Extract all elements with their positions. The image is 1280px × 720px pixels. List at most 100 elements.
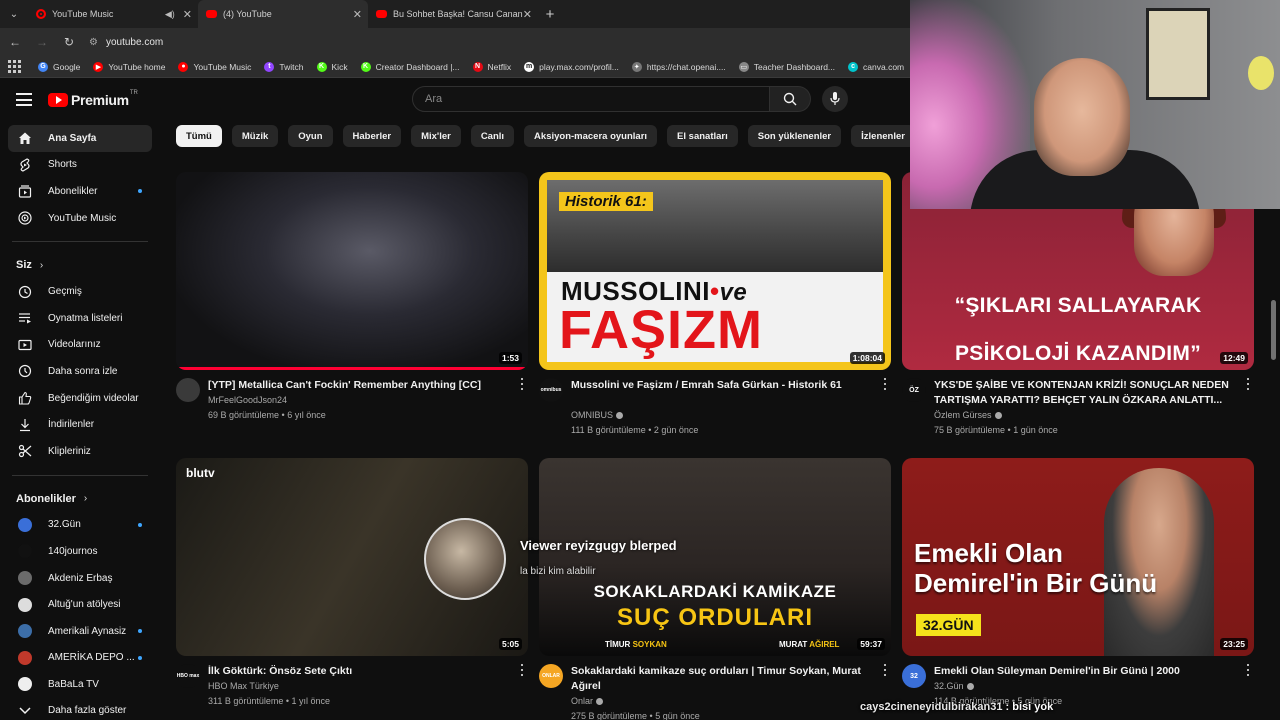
video-thumbnail[interactable]: SOKAKLARDAKİ KAMİKAZE SUÇ ORDULARI TİMUR… <box>539 458 891 656</box>
video-channel-name[interactable]: Özlem Gürses <box>934 410 992 420</box>
video-title[interactable]: [YTP] Metallica Can't Fockin' Remember A… <box>208 378 504 393</box>
page-scrollbar-thumb[interactable] <box>1271 300 1276 360</box>
sidebar-subscription-item[interactable]: AMERİKA DEPO ... <box>8 645 152 672</box>
video-title[interactable]: YKS'DE ŞAİBE VE KONTENJAN KRİZİ! SONUÇLA… <box>934 378 1230 408</box>
sidebar-item-shorts[interactable]: Shorts <box>8 152 152 179</box>
filter-chip[interactable]: Tümü <box>176 125 222 147</box>
video-thumbnail[interactable]: 1:53 <box>176 172 528 370</box>
sidebar-you-header[interactable]: Siz › <box>0 252 160 278</box>
bookmark-item[interactable]: ▶ YouTube home <box>93 61 165 72</box>
tab-cansu-canan[interactable]: Bu Sohbet Başka! Cansu Canan ✕ <box>368 0 538 28</box>
filter-chip[interactable]: İzlenenler <box>851 125 915 147</box>
sidebar-item-watch-later[interactable]: Daha sonra izle <box>8 358 152 385</box>
video-title[interactable]: Sokaklardaki kamikaze suç orduları | Tim… <box>571 664 867 694</box>
channel-avatar[interactable]: ONLAR <box>539 664 563 688</box>
speaker-icon[interactable]: ◀) <box>165 9 175 20</box>
video-channel-name[interactable]: 32.Gün <box>934 681 964 691</box>
video-channel[interactable]: OMNIBUS <box>571 410 624 420</box>
new-tab-button[interactable]: + <box>538 0 562 28</box>
video-thumbnail[interactable]: blutv 5:05 <box>176 458 528 656</box>
search-box[interactable] <box>412 86 770 112</box>
bookmark-item[interactable]: ▭ Teacher Dashboard... <box>738 61 835 72</box>
sidebar-item-playlists[interactable]: Oynatma listeleri <box>8 305 152 332</box>
bookmark-item[interactable]: t Twitch <box>264 61 304 72</box>
sidebar-item-youtube-music[interactable]: YouTube Music <box>8 205 152 232</box>
channel-avatar[interactable]: ÖZ <box>902 378 926 402</box>
bookmark-item[interactable]: N Netflix <box>472 61 511 72</box>
forward-button[interactable]: → <box>30 30 54 54</box>
sidebar-subscription-item[interactable]: Altuğ'un atölyesi <box>8 591 152 618</box>
sidebar-subscription-item[interactable]: 32.Gün <box>8 512 152 539</box>
sidebar-item-history[interactable]: Geçmiş <box>8 278 152 305</box>
search-input[interactable] <box>425 93 769 105</box>
tab-youtube[interactable]: (4) YouTube ✕ <box>198 0 368 28</box>
sidebar-subscription-item[interactable]: Amerikali Aynasiz <box>8 618 152 645</box>
video-channel[interactable]: 32.Gün <box>934 681 974 691</box>
filter-chip[interactable]: Oyun <box>288 125 333 147</box>
video-channel-name[interactable]: OMNIBUS <box>571 410 613 420</box>
bookmark-item[interactable]: G Google <box>38 61 80 72</box>
bookmark-item[interactable]: ✦ https://chat.openai.... <box>631 61 726 72</box>
video-card[interactable]: Emekli Olan Demirel'in Bir Günü 32.GÜN 2… <box>902 458 1254 720</box>
video-card[interactable]: Historik 61: MUSSOLINI•ve FAŞIZM 1:08:04… <box>539 172 891 450</box>
sidebar-item-subscriptions[interactable]: Abonelikler <box>8 178 152 205</box>
video-channel-name[interactable]: MrFeelGoodJson24 <box>208 395 287 405</box>
omnibox-url[interactable]: youtube.com <box>106 37 163 48</box>
sidebar-item-downloads[interactable]: İndirilenler <box>8 411 152 438</box>
video-title[interactable]: İlk Göktürk: Önsöz Sete Çıktı <box>208 664 504 679</box>
video-channel-name[interactable]: HBO Max Türkiye <box>208 681 279 691</box>
filter-chip[interactable]: Canlı <box>470 125 515 147</box>
video-thumbnail[interactable]: Historik 61: MUSSOLINI•ve FAŞIZM 1:08:04 <box>539 172 891 370</box>
bookmark-item[interactable]: m play.max.com/profil... <box>524 61 619 72</box>
video-title[interactable]: Emekli Olan Süleyman Demirel'in Bir Günü… <box>934 664 1230 679</box>
tab-search-button[interactable]: ⌄ <box>0 0 28 28</box>
back-button[interactable]: ← <box>3 30 27 54</box>
video-channel[interactable]: HBO Max Türkiye <box>208 681 279 691</box>
sidebar-item-home[interactable]: Ana Sayfa <box>8 125 152 152</box>
sidebar-item-clips[interactable]: Klipleriniz <box>8 438 152 465</box>
channel-avatar[interactable] <box>176 378 200 402</box>
video-card[interactable]: blutv 5:05 HBO max İlk Göktürk: Önsöz Set… <box>176 458 528 720</box>
more-actions-icon[interactable] <box>883 664 887 676</box>
video-card[interactable]: “ŞIKLARI SALLAYARAK PSİKOLOJİ KAZANDIM” … <box>902 172 1254 450</box>
more-actions-icon[interactable] <box>520 378 524 390</box>
tab-youtube-music[interactable]: YouTube Music ◀) ✕ <box>28 0 198 28</box>
filter-chip[interactable]: Müzik <box>231 125 279 147</box>
sidebar-subscription-item[interactable]: Akdeniz Erbaş <box>8 565 152 592</box>
apps-grid-icon[interactable] <box>8 60 22 74</box>
video-channel[interactable]: Özlem Gürses <box>934 410 1002 420</box>
voice-search-button[interactable] <box>822 86 848 112</box>
channel-avatar[interactable]: HBO max <box>176 664 200 688</box>
more-actions-icon[interactable] <box>520 664 524 676</box>
search-button[interactable] <box>770 86 811 112</box>
bookmark-item[interactable]: K Creator Dashboard |... <box>360 61 460 72</box>
menu-icon[interactable] <box>16 93 32 106</box>
video-channel[interactable]: MrFeelGoodJson24 <box>208 395 287 405</box>
more-actions-icon[interactable] <box>1246 378 1250 390</box>
more-actions-icon[interactable] <box>1246 664 1250 676</box>
channel-avatar[interactable]: omnibus <box>539 378 563 402</box>
sidebar-item-your-videos[interactable]: Videolarınız <box>8 332 152 359</box>
filter-chip[interactable]: Mix'ler <box>411 125 461 147</box>
more-actions-icon[interactable] <box>883 378 887 390</box>
video-title[interactable]: Mussolini ve Faşizm / Emrah Safa Gürkan … <box>571 378 867 393</box>
tab-close-icon[interactable]: ✕ <box>183 8 192 21</box>
sidebar-item-liked-videos[interactable]: Beğendiğim videolar <box>8 385 152 412</box>
tab-close-icon[interactable]: ✕ <box>353 8 362 21</box>
site-info-icon[interactable]: ⚙ <box>89 37 98 48</box>
filter-chip[interactable]: Aksiyon-macera oyunları <box>524 125 658 147</box>
filter-chip[interactable]: El sanatları <box>667 125 738 147</box>
video-card[interactable]: SOKAKLARDAKİ KAMİKAZE SUÇ ORDULARI TİMUR… <box>539 458 891 720</box>
channel-avatar[interactable]: 32 <box>902 664 926 688</box>
youtube-premium-logo[interactable]: Premium TR <box>48 90 138 108</box>
filter-chip[interactable]: Haberler <box>342 125 402 147</box>
filter-chip[interactable]: Son yüklenenler <box>747 125 842 147</box>
video-thumbnail[interactable]: Emekli Olan Demirel'in Bir Günü 32.GÜN 2… <box>902 458 1254 656</box>
video-card[interactable]: 1:53 [YTP] Metallica Can't Fockin' Remem… <box>176 172 528 450</box>
video-channel[interactable]: Onlar <box>571 696 604 706</box>
video-channel-name[interactable]: Onlar <box>571 696 593 706</box>
tab-close-icon[interactable]: ✕ <box>523 8 532 21</box>
bookmark-item[interactable]: c canva.com <box>848 61 904 72</box>
reload-button[interactable]: ↻ <box>57 30 81 54</box>
omnibox[interactable]: ⚙ youtube.com <box>89 31 163 53</box>
